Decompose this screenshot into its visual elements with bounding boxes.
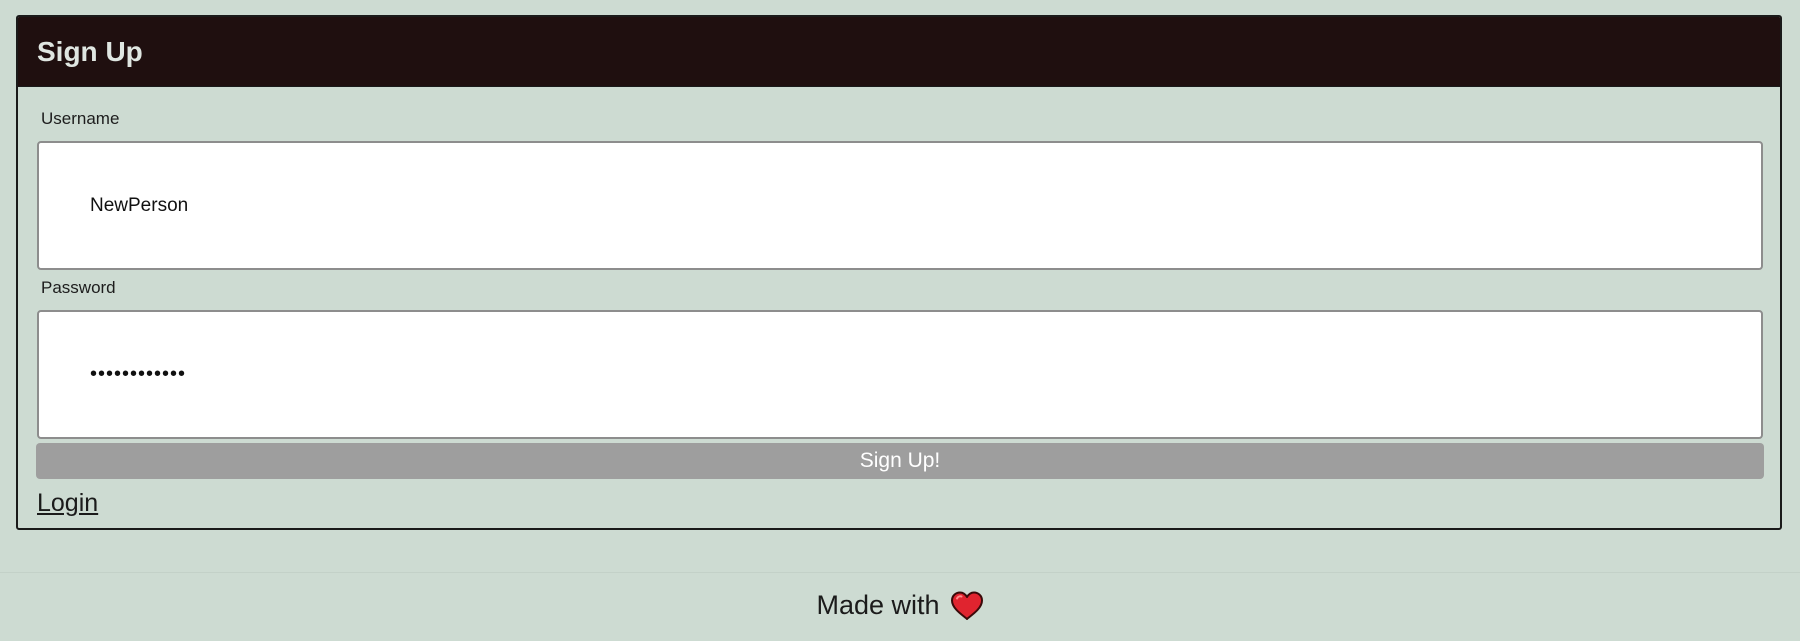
- footer-divider: [0, 572, 1800, 573]
- card-header: Sign Up: [18, 17, 1780, 87]
- heart-icon: [950, 591, 984, 621]
- signup-card: Sign Up Username Password Sign Up! Login: [16, 15, 1782, 530]
- page-title: Sign Up: [37, 35, 143, 67]
- signup-form: Username Password Sign Up! Login: [18, 87, 1780, 518]
- signup-button[interactable]: Sign Up!: [36, 443, 1764, 479]
- footer: Made with: [0, 590, 1800, 621]
- username-label: Username: [41, 109, 120, 128]
- password-input[interactable]: [37, 310, 1763, 439]
- username-input[interactable]: [37, 141, 1763, 270]
- password-label: Password: [41, 278, 116, 297]
- footer-text: Made with: [816, 590, 940, 620]
- login-link[interactable]: Login: [37, 489, 98, 518]
